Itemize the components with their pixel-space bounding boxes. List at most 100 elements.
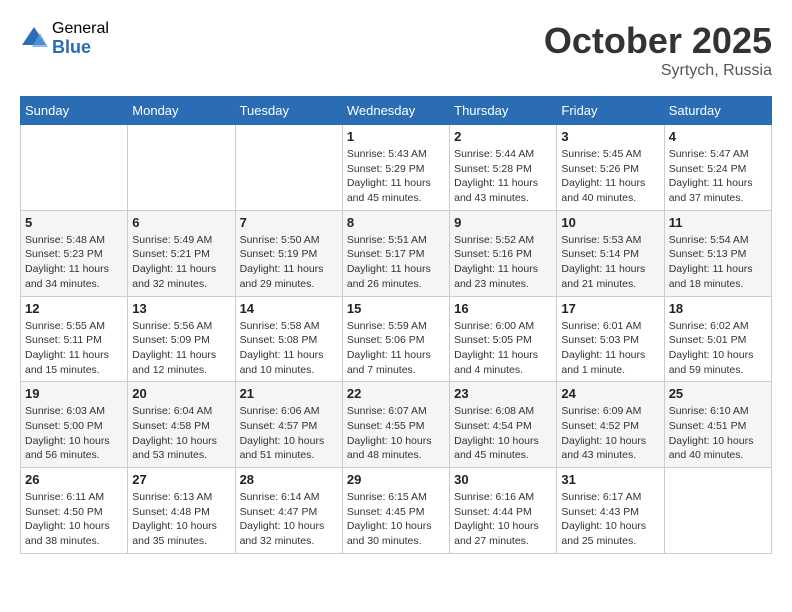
day-number: 17	[561, 301, 659, 316]
day-number: 25	[669, 386, 767, 401]
day-info: Sunrise: 5:58 AM Sunset: 5:08 PM Dayligh…	[240, 319, 338, 378]
week-row-4: 19 Sunrise: 6:03 AM Sunset: 5:00 PM Dayli…	[21, 382, 772, 468]
day-info: Sunrise: 5:45 AM Sunset: 5:26 PM Dayligh…	[561, 147, 659, 206]
logo-general: General	[52, 20, 109, 38]
day-number: 10	[561, 215, 659, 230]
calendar-table: SundayMondayTuesdayWednesdayThursdayFrid…	[20, 96, 772, 554]
calendar-cell: 2 Sunrise: 5:44 AM Sunset: 5:28 PM Daylig…	[450, 125, 557, 211]
day-info: Sunrise: 5:44 AM Sunset: 5:28 PM Dayligh…	[454, 147, 552, 206]
day-info: Sunrise: 6:03 AM Sunset: 5:00 PM Dayligh…	[25, 404, 123, 463]
day-info: Sunrise: 5:59 AM Sunset: 5:06 PM Dayligh…	[347, 319, 445, 378]
calendar-cell: 31 Sunrise: 6:17 AM Sunset: 4:43 PM Dayli…	[557, 468, 664, 554]
day-number: 3	[561, 129, 659, 144]
calendar-cell	[235, 125, 342, 211]
day-number: 26	[25, 472, 123, 487]
day-number: 8	[347, 215, 445, 230]
weekday-header-friday: Friday	[557, 97, 664, 125]
day-info: Sunrise: 5:51 AM Sunset: 5:17 PM Dayligh…	[347, 233, 445, 292]
page-header: General Blue October 2025 Syrtych, Russi…	[20, 20, 772, 80]
calendar-cell: 18 Sunrise: 6:02 AM Sunset: 5:01 PM Dayli…	[664, 296, 771, 382]
day-number: 18	[669, 301, 767, 316]
calendar-cell: 7 Sunrise: 5:50 AM Sunset: 5:19 PM Daylig…	[235, 210, 342, 296]
calendar-cell: 19 Sunrise: 6:03 AM Sunset: 5:00 PM Dayli…	[21, 382, 128, 468]
day-number: 7	[240, 215, 338, 230]
day-number: 23	[454, 386, 552, 401]
day-info: Sunrise: 6:08 AM Sunset: 4:54 PM Dayligh…	[454, 404, 552, 463]
calendar-cell: 1 Sunrise: 5:43 AM Sunset: 5:29 PM Daylig…	[342, 125, 449, 211]
day-info: Sunrise: 5:56 AM Sunset: 5:09 PM Dayligh…	[132, 319, 230, 378]
weekday-header-monday: Monday	[128, 97, 235, 125]
day-info: Sunrise: 5:50 AM Sunset: 5:19 PM Dayligh…	[240, 233, 338, 292]
calendar-cell: 26 Sunrise: 6:11 AM Sunset: 4:50 PM Dayli…	[21, 468, 128, 554]
day-number: 1	[347, 129, 445, 144]
weekday-header-tuesday: Tuesday	[235, 97, 342, 125]
day-info: Sunrise: 6:10 AM Sunset: 4:51 PM Dayligh…	[669, 404, 767, 463]
day-number: 27	[132, 472, 230, 487]
day-info: Sunrise: 6:14 AM Sunset: 4:47 PM Dayligh…	[240, 490, 338, 549]
day-info: Sunrise: 6:02 AM Sunset: 5:01 PM Dayligh…	[669, 319, 767, 378]
day-number: 6	[132, 215, 230, 230]
day-info: Sunrise: 5:47 AM Sunset: 5:24 PM Dayligh…	[669, 147, 767, 206]
calendar-cell	[128, 125, 235, 211]
day-info: Sunrise: 6:11 AM Sunset: 4:50 PM Dayligh…	[25, 490, 123, 549]
day-number: 5	[25, 215, 123, 230]
calendar-cell: 28Sunrise: 6:14 AM Sunset: 4:47 PM Dayli…	[235, 468, 342, 554]
calendar-cell: 13 Sunrise: 5:56 AM Sunset: 5:09 PM Dayli…	[128, 296, 235, 382]
calendar-cell: 11Sunrise: 5:54 AM Sunset: 5:13 PM Dayli…	[664, 210, 771, 296]
day-number: 29	[347, 472, 445, 487]
day-info: Sunrise: 6:04 AM Sunset: 4:58 PM Dayligh…	[132, 404, 230, 463]
calendar-cell: 17Sunrise: 6:01 AM Sunset: 5:03 PM Dayli…	[557, 296, 664, 382]
day-number: 2	[454, 129, 552, 144]
logo-blue: Blue	[52, 38, 109, 58]
day-number: 22	[347, 386, 445, 401]
day-info: Sunrise: 5:43 AM Sunset: 5:29 PM Dayligh…	[347, 147, 445, 206]
weekday-header-thursday: Thursday	[450, 97, 557, 125]
calendar-cell: 5Sunrise: 5:48 AM Sunset: 5:23 PM Daylig…	[21, 210, 128, 296]
day-number: 31	[561, 472, 659, 487]
day-number: 4	[669, 129, 767, 144]
calendar-cell	[664, 468, 771, 554]
calendar-cell	[21, 125, 128, 211]
weekday-header-wednesday: Wednesday	[342, 97, 449, 125]
calendar-cell: 20 Sunrise: 6:04 AM Sunset: 4:58 PM Dayli…	[128, 382, 235, 468]
calendar-cell: 16Sunrise: 6:00 AM Sunset: 5:05 PM Dayli…	[450, 296, 557, 382]
month-title: October 2025	[544, 20, 772, 62]
day-number: 12	[25, 301, 123, 316]
calendar-cell: 25 Sunrise: 6:10 AM Sunset: 4:51 PM Dayli…	[664, 382, 771, 468]
day-info: Sunrise: 6:13 AM Sunset: 4:48 PM Dayligh…	[132, 490, 230, 549]
calendar-cell: 10 Sunrise: 5:53 AM Sunset: 5:14 PM Dayli…	[557, 210, 664, 296]
week-row-1: 1 Sunrise: 5:43 AM Sunset: 5:29 PM Daylig…	[21, 125, 772, 211]
weekday-header-sunday: Sunday	[21, 97, 128, 125]
weekday-header-row: SundayMondayTuesdayWednesdayThursdayFrid…	[21, 97, 772, 125]
calendar-cell: 12Sunrise: 5:55 AM Sunset: 5:11 PM Dayli…	[21, 296, 128, 382]
day-info: Sunrise: 5:53 AM Sunset: 5:14 PM Dayligh…	[561, 233, 659, 292]
day-number: 19	[25, 386, 123, 401]
day-number: 13	[132, 301, 230, 316]
calendar-cell: 22 Sunrise: 6:07 AM Sunset: 4:55 PM Dayli…	[342, 382, 449, 468]
logo-icon	[20, 25, 48, 53]
logo: General Blue	[20, 20, 109, 57]
day-number: 15	[347, 301, 445, 316]
day-number: 21	[240, 386, 338, 401]
day-number: 20	[132, 386, 230, 401]
calendar-cell: 4 Sunrise: 5:47 AM Sunset: 5:24 PM Daylig…	[664, 125, 771, 211]
day-info: Sunrise: 6:06 AM Sunset: 4:57 PM Dayligh…	[240, 404, 338, 463]
day-number: 30	[454, 472, 552, 487]
day-number: 9	[454, 215, 552, 230]
week-row-5: 26 Sunrise: 6:11 AM Sunset: 4:50 PM Dayli…	[21, 468, 772, 554]
location: Syrtych, Russia	[544, 62, 772, 80]
calendar-cell: 30Sunrise: 6:16 AM Sunset: 4:44 PM Dayli…	[450, 468, 557, 554]
calendar-cell: 8 Sunrise: 5:51 AM Sunset: 5:17 PM Daylig…	[342, 210, 449, 296]
day-number: 14	[240, 301, 338, 316]
day-info: Sunrise: 5:52 AM Sunset: 5:16 PM Dayligh…	[454, 233, 552, 292]
calendar-cell: 6 Sunrise: 5:49 AM Sunset: 5:21 PM Daylig…	[128, 210, 235, 296]
day-info: Sunrise: 6:07 AM Sunset: 4:55 PM Dayligh…	[347, 404, 445, 463]
calendar-cell: 9 Sunrise: 5:52 AM Sunset: 5:16 PM Daylig…	[450, 210, 557, 296]
calendar-cell: 23 Sunrise: 6:08 AM Sunset: 4:54 PM Dayli…	[450, 382, 557, 468]
calendar-cell: 29Sunrise: 6:15 AM Sunset: 4:45 PM Dayli…	[342, 468, 449, 554]
week-row-2: 5Sunrise: 5:48 AM Sunset: 5:23 PM Daylig…	[21, 210, 772, 296]
day-number: 11	[669, 215, 767, 230]
day-info: Sunrise: 5:49 AM Sunset: 5:21 PM Dayligh…	[132, 233, 230, 292]
calendar-cell: 24Sunrise: 6:09 AM Sunset: 4:52 PM Dayli…	[557, 382, 664, 468]
day-info: Sunrise: 6:17 AM Sunset: 4:43 PM Dayligh…	[561, 490, 659, 549]
